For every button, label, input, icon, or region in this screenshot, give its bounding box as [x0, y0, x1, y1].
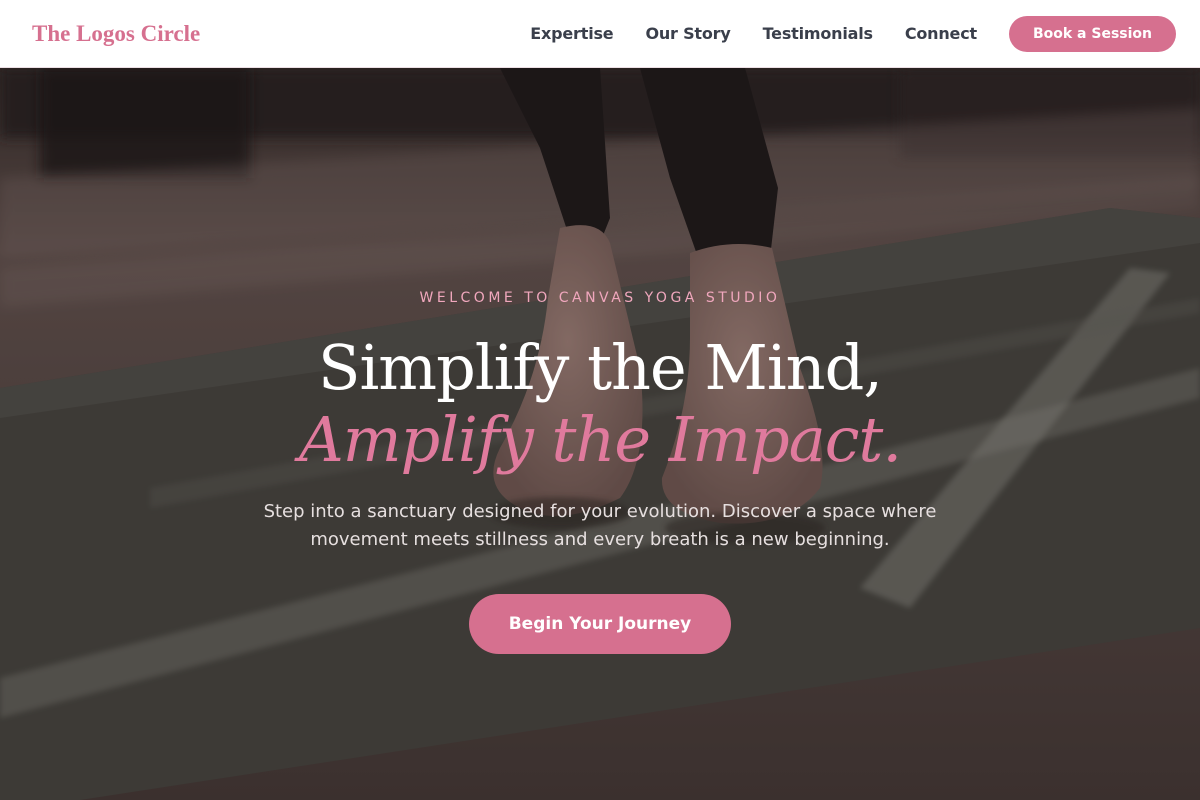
nav-link-our-story[interactable]: Our Story: [645, 24, 730, 43]
headline-line-1: Simplify the Mind,: [317, 331, 883, 404]
hero-content: WELCOME TO CANVAS YOGA STUDIO Simplify t…: [0, 68, 1200, 800]
hero-subtext: Step into a sanctuary designed for your …: [263, 501, 937, 550]
hero-section: WELCOME TO CANVAS YOGA STUDIO Simplify t…: [0, 68, 1200, 800]
main-nav: Expertise Our Story Testimonials Connect…: [530, 15, 1176, 52]
site-header: The Logos Circle Expertise Our Story Tes…: [0, 0, 1200, 68]
nav-link-testimonials[interactable]: Testimonials: [763, 24, 873, 43]
brand-logo[interactable]: The Logos Circle: [32, 21, 200, 47]
headline-line-2: Amplify the Impact.: [298, 403, 902, 476]
nav-link-connect[interactable]: Connect: [905, 24, 977, 43]
book-session-button[interactable]: Book a Session: [1008, 15, 1176, 52]
hero-eyebrow: WELCOME TO CANVAS YOGA STUDIO: [419, 290, 781, 306]
begin-journey-button[interactable]: Begin Your Journey: [468, 594, 732, 654]
nav-link-expertise[interactable]: Expertise: [530, 24, 613, 43]
hero-headline: Simplify the Mind, Amplify the Impact.: [298, 331, 902, 476]
